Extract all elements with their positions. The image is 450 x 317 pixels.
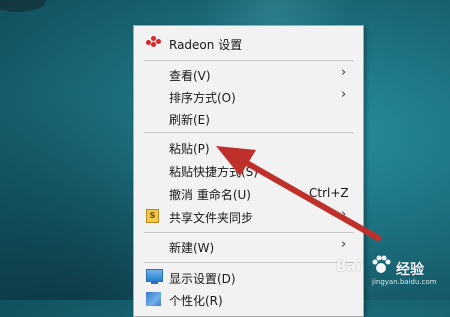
watermark-brand-left: Bai xyxy=(336,259,361,275)
paw-icon xyxy=(372,255,391,273)
watermark-url: jingyan.baidu.com xyxy=(372,278,437,286)
arrow-shaft xyxy=(235,155,381,241)
baidu-jingyan-watermark: Bai 经验 jingyan.baidu.com xyxy=(336,250,446,286)
arrow-head xyxy=(216,146,256,176)
watermark-brand-right: 经验 xyxy=(396,262,424,278)
